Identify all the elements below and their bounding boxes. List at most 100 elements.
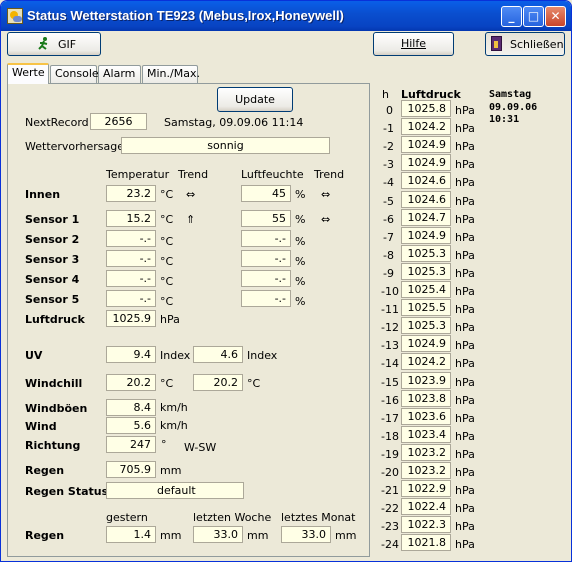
rain-unit: mm <box>160 464 182 477</box>
tab-minmax[interactable]: Min./Max. <box>142 65 200 83</box>
history-hour: -13 <box>381 339 399 353</box>
close-button[interactable]: ✕ <box>545 6 566 27</box>
help-button[interactable]: Hilfe <box>373 32 454 56</box>
sensor-temp-field: -.- <box>106 290 156 307</box>
history-value-field: 1025.3 <box>401 244 451 262</box>
windchill-label: Windchill <box>25 377 83 390</box>
history-hour: -6 <box>383 212 394 226</box>
history-unit: hPa <box>455 375 475 389</box>
sensor-hum-unit: % <box>295 188 306 201</box>
pressure-label: Luftdruck <box>25 313 85 326</box>
history-hour: -1 <box>383 122 394 136</box>
history-value-field: 1023.2 <box>401 462 451 479</box>
next-record-field: 2656 <box>90 113 147 130</box>
history-value-field: 1024.2 <box>401 118 451 136</box>
sensor-name: Sensor 2 <box>25 233 80 246</box>
rain-week-unit: mm <box>247 529 269 542</box>
tab-werte[interactable]: Werte <box>7 63 49 84</box>
history-time: 10:31 <box>489 114 520 125</box>
history-unit: hPa <box>455 484 475 498</box>
history-unit: hPa <box>455 285 475 298</box>
record-timestamp: Samstag, 09.09.06 11:14 <box>164 116 304 129</box>
gust-field: 8.4 <box>106 399 156 416</box>
history-value-field: 1022.3 <box>401 516 451 534</box>
uv-unit: Index <box>160 349 191 362</box>
history-value-field: 1023.6 <box>401 407 451 425</box>
sensor-hum-unit: % <box>295 255 306 268</box>
sensor-hum-field: 55 <box>241 210 291 227</box>
sensor-temp-unit: °C <box>160 275 174 288</box>
windchill-unit: °C <box>160 377 174 390</box>
history-hour: -22 <box>381 502 399 516</box>
update-button[interactable]: Update <box>217 87 293 112</box>
running-man-icon <box>38 37 48 50</box>
history-value-field: 1022.4 <box>401 498 451 516</box>
rain-label: Regen <box>25 464 65 477</box>
wind-field: 5.6 <box>106 417 156 434</box>
rain-week-header: letzten Woche <box>193 511 272 524</box>
history-hour: -2 <box>383 140 394 154</box>
history-hour: -24 <box>381 538 399 552</box>
humidity-header: Luftfeuchte <box>241 168 304 181</box>
history-value-field: 1024.9 <box>401 154 451 172</box>
tab-alarm[interactable]: Alarm <box>98 65 141 83</box>
history-hour: -19 <box>381 447 399 461</box>
history-hour: -14 <box>381 357 399 371</box>
history-unit: hPa <box>455 429 475 443</box>
windchill-field: 20.2 <box>106 374 156 391</box>
history-unit: hPa <box>455 104 475 117</box>
forecast-field: sonnig <box>121 137 330 154</box>
close-app-label: Schließen <box>510 38 564 51</box>
sensor-temp-unit: °C <box>160 255 174 268</box>
history-value-field: 1025.3 <box>401 317 451 335</box>
rain-yesterday-field: 1.4 <box>106 526 156 543</box>
minimize-button[interactable]: _ <box>501 6 522 27</box>
sensor-temp-field: 15.2 <box>106 210 156 227</box>
uv-label: UV <box>25 349 43 362</box>
maximize-button[interactable]: □ <box>523 6 544 27</box>
sensor-temp-trend: ⇑ <box>186 213 196 226</box>
history-unit: hPa <box>455 357 475 371</box>
history-value-field: 1024.6 <box>401 190 451 208</box>
history-unit: hPa <box>455 393 475 407</box>
direction-field: 247 <box>106 436 156 453</box>
sensor-hum-trend: ⇔ <box>321 213 331 226</box>
history-value-field: 1025.8 <box>401 100 451 117</box>
history-value-field: 1024.9 <box>401 335 451 353</box>
history-value-field: 1023.2 <box>401 443 451 461</box>
history-hour: -16 <box>381 393 399 407</box>
tab-console[interactable]: Console <box>50 65 99 83</box>
history-hour: -23 <box>381 520 399 534</box>
sensor-temp-unit: °C <box>160 188 174 201</box>
hour-column-header: h <box>382 88 389 101</box>
history-unit: hPa <box>455 266 475 280</box>
rain-week-field: 33.0 <box>193 526 243 543</box>
history-hour: -12 <box>381 321 399 335</box>
history-unit: hPa <box>455 158 475 172</box>
gust-unit: km/h <box>160 401 188 414</box>
history-value-field: 1023.9 <box>401 371 451 389</box>
uv-field-2: 4.6 <box>193 346 243 363</box>
weather-station-icon[interactable] <box>7 8 23 24</box>
history-hour: -15 <box>381 375 399 389</box>
history-hour: -18 <box>381 429 399 443</box>
sensor-hum-unit: % <box>295 295 306 308</box>
values-panel: Update NextRecord 2656 Samstag, 09.09.06… <box>7 83 370 557</box>
history-hour: -21 <box>381 484 399 498</box>
history-unit: hPa <box>455 321 475 335</box>
close-app-button[interactable]: Schließen <box>485 32 565 56</box>
sensor-hum-field: -.- <box>241 290 291 307</box>
sensor-name: Sensor 1 <box>25 213 80 226</box>
history-unit: hPa <box>455 520 475 534</box>
sensor-hum-field: -.- <box>241 230 291 247</box>
history-hour: -5 <box>383 194 394 208</box>
sensor-name: Sensor 5 <box>25 293 80 306</box>
history-hour: -17 <box>381 411 399 425</box>
rain-yesterday-header: gestern <box>106 511 148 524</box>
history-unit: hPa <box>455 303 475 317</box>
gif-button[interactable]: GIF <box>7 32 101 56</box>
title-bar[interactable]: Status Wetterstation TE923 (Mebus,Irox,H… <box>1 1 571 31</box>
status-window: Status Wetterstation TE923 (Mebus,Irox,H… <box>0 0 572 562</box>
history-hour: -20 <box>381 466 399 479</box>
history-value-field: 1024.7 <box>401 208 451 226</box>
